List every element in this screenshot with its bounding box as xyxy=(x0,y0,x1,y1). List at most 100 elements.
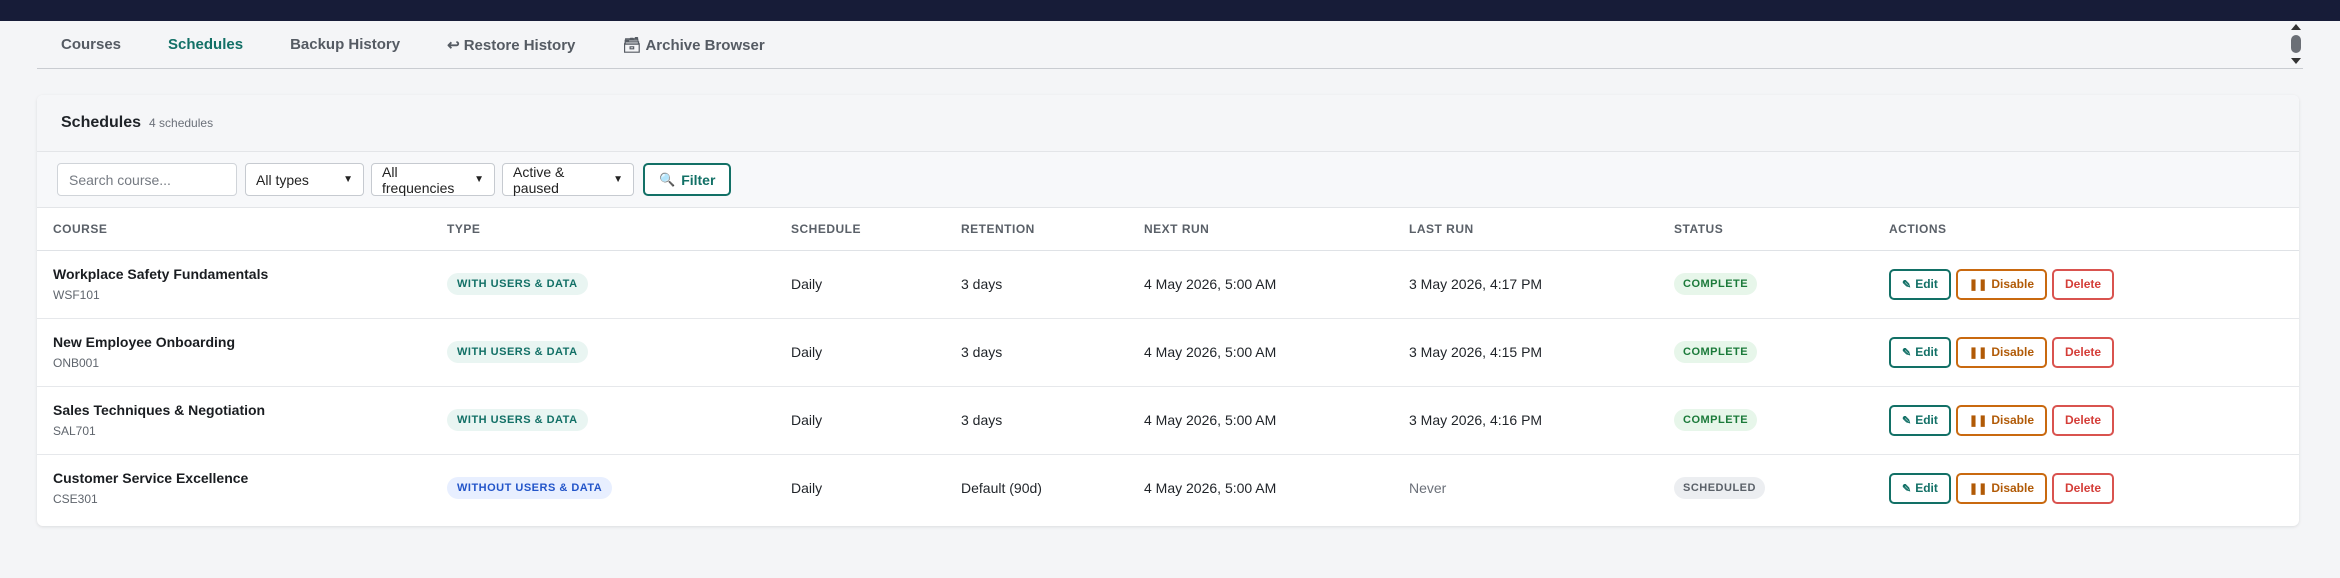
delete-label: Delete xyxy=(2065,481,2102,496)
table-row: Customer Service Excellence CSE301 WITHO… xyxy=(37,454,2299,522)
table-row: Workplace Safety Fundamentals WSF101 WIT… xyxy=(37,250,2299,319)
course-code: ONB001 xyxy=(53,356,100,370)
actions-cell: ✎ Edit ❚❚ Disable Delete xyxy=(1889,250,2299,319)
pause-icon: ❚❚ xyxy=(1968,278,1988,291)
top-app-bar xyxy=(0,0,2340,21)
filter-button[interactable]: 🔍 Filter xyxy=(643,163,732,196)
disable-button[interactable]: ❚❚ Disable xyxy=(1955,268,2048,300)
actions-cell: ✎ Edit ❚❚ Disable Delete xyxy=(1889,318,2299,387)
pencil-icon: ✎ xyxy=(1902,414,1912,427)
row-actions: ✎ Edit ❚❚ Disable Delete xyxy=(1889,336,2299,368)
undo-arrow-icon: ↩ xyxy=(447,36,460,54)
course-code: WSF101 xyxy=(53,288,100,302)
schedules-card: Schedules 4 schedules All types ▼ All fr… xyxy=(37,95,2299,526)
pause-icon: ❚❚ xyxy=(1968,482,1988,495)
edit-button[interactable]: ✎ Edit xyxy=(1889,404,1951,436)
next-run-cell: 4 May 2026, 5:00 AM xyxy=(1144,480,1277,497)
tab-label: Courses xyxy=(61,36,122,53)
status-cell: COMPLETE xyxy=(1674,250,1889,319)
table-row: New Employee Onboarding ONB001 WITH USER… xyxy=(37,318,2299,387)
tab-courses[interactable]: Courses xyxy=(61,36,121,53)
course-cell: Workplace Safety Fundamentals WSF101 xyxy=(37,250,447,319)
retention-cell: Default (90d) xyxy=(961,480,1042,497)
actions-cell: ✎ Edit ❚❚ Disable Delete xyxy=(1889,454,2299,522)
tab-schedules[interactable]: Schedules xyxy=(168,36,243,53)
row-actions: ✎ Edit ❚❚ Disable Delete xyxy=(1889,404,2299,436)
frequency-select[interactable]: All frequencies ▼ xyxy=(371,163,495,196)
delete-label: Delete xyxy=(2065,345,2102,359)
next-run-cell: 4 May 2026, 5:00 AM xyxy=(1144,386,1409,455)
tab-bar: Courses Schedules Backup History ↩ Restore H… xyxy=(37,21,2303,69)
edit-label: Edit xyxy=(1915,413,1938,427)
column-header-type: TYPE xyxy=(447,208,791,251)
status-badge: COMPLETE xyxy=(1674,341,1758,363)
last-run-cell: 3 May 2026, 4:16 PM xyxy=(1409,386,1674,455)
pencil-icon: ✎ xyxy=(1902,482,1912,495)
retention-cell: 3 days xyxy=(961,318,1144,387)
search-icon: 🔍 xyxy=(659,171,676,187)
tab-backup-history[interactable]: Backup History xyxy=(290,36,400,53)
schedules-table: COURSE TYPE SCHEDULE RETENTION NEXT RUN … xyxy=(37,208,2299,522)
chevron-down-icon: ▼ xyxy=(613,174,623,185)
type-badge: WITH USERS & DATA xyxy=(447,273,588,295)
last-run-cell: 3 May 2026, 4:17 PM xyxy=(1409,250,1674,319)
course-code: CSE301 xyxy=(53,492,98,507)
pause-icon: ❚❚ xyxy=(1968,346,1988,359)
type-cell: WITH USERS & DATA xyxy=(447,318,791,387)
edit-button[interactable]: ✎ Edit xyxy=(1889,336,1951,368)
next-run-cell: 4 May 2026, 5:00 AM xyxy=(1144,318,1409,387)
scroll-up-icon[interactable] xyxy=(2291,24,2301,30)
tab-label: Backup History xyxy=(290,36,401,53)
tab-restore-history[interactable]: ↩ Restore History xyxy=(447,36,575,54)
disable-button[interactable]: ❚❚ Disable xyxy=(1955,404,2048,436)
course-cell: Sales Techniques & Negotiation SAL701 xyxy=(37,386,447,455)
type-badge: WITH USERS & DATA xyxy=(447,409,588,431)
pencil-icon: ✎ xyxy=(1902,346,1912,359)
column-header-next-run: NEXT RUN xyxy=(1144,208,1409,251)
delete-label: Delete xyxy=(2065,413,2102,427)
course-name: Sales Techniques & Negotiation xyxy=(53,402,266,418)
scroll-down-icon[interactable] xyxy=(2291,58,2301,64)
delete-button[interactable]: Delete xyxy=(2052,268,2115,300)
edit-label: Edit xyxy=(1915,277,1938,291)
status-cell: SCHEDULED xyxy=(1674,454,1889,522)
row-actions: ✎ Edit ❚❚ Disable Delete xyxy=(1889,472,2299,504)
tab-archive-browser[interactable]: 🗃 Archive Browser xyxy=(622,36,764,54)
retention-cell: 3 days xyxy=(961,250,1144,319)
type-cell: WITHOUT USERS & DATA xyxy=(447,454,791,522)
last-run-cell: Never xyxy=(1409,480,1447,497)
column-header-retention: RETENTION xyxy=(961,208,1144,251)
status-select[interactable]: Active & paused ▼ xyxy=(502,163,634,196)
next-run-cell: 4 May 2026, 5:00 AM xyxy=(1144,250,1409,319)
tab-label: Restore History xyxy=(463,36,576,54)
actions-cell: ✎ Edit ❚❚ Disable Delete xyxy=(1889,386,2299,455)
scroll-thumb[interactable] xyxy=(2291,35,2301,53)
disable-button[interactable]: ❚❚ Disable xyxy=(1955,336,2048,368)
scroll-control[interactable] xyxy=(2289,24,2303,64)
status-badge: COMPLETE xyxy=(1674,273,1758,295)
type-select-value: All types xyxy=(256,171,309,188)
delete-button[interactable]: Delete xyxy=(2052,404,2115,436)
pause-icon: ❚❚ xyxy=(1968,414,1988,427)
card-header: Schedules 4 schedules xyxy=(37,95,2299,152)
status-select-value: Active & paused xyxy=(513,163,565,196)
delete-button[interactable]: Delete xyxy=(2052,336,2115,368)
search-input[interactable] xyxy=(57,163,237,196)
column-header-course: COURSE xyxy=(37,208,447,251)
disable-button[interactable]: ❚❚ Disable xyxy=(1955,472,2048,504)
last-run-cell: 3 May 2026, 4:15 PM xyxy=(1409,318,1674,387)
table-header-row: COURSE TYPE SCHEDULE RETENTION NEXT RUN … xyxy=(37,208,2299,251)
column-header-schedule: SCHEDULE xyxy=(791,208,961,251)
course-cell: Customer Service Excellence CSE301 xyxy=(37,454,447,522)
filter-button-label: Filter xyxy=(681,171,716,188)
edit-button[interactable]: ✎ Edit xyxy=(1889,268,1951,300)
delete-button[interactable]: Delete xyxy=(2052,472,2115,504)
column-header-status: STATUS xyxy=(1674,208,1889,251)
type-select[interactable]: All types ▼ xyxy=(245,163,364,196)
tab-label: Archive Browser xyxy=(645,36,765,54)
status-badge: SCHEDULED xyxy=(1674,477,1765,500)
schedule-cell: Daily xyxy=(791,480,823,497)
disable-label: Disable xyxy=(1991,481,2035,496)
edit-button[interactable]: ✎ Edit xyxy=(1889,472,1951,504)
chevron-down-icon: ▼ xyxy=(343,174,353,185)
